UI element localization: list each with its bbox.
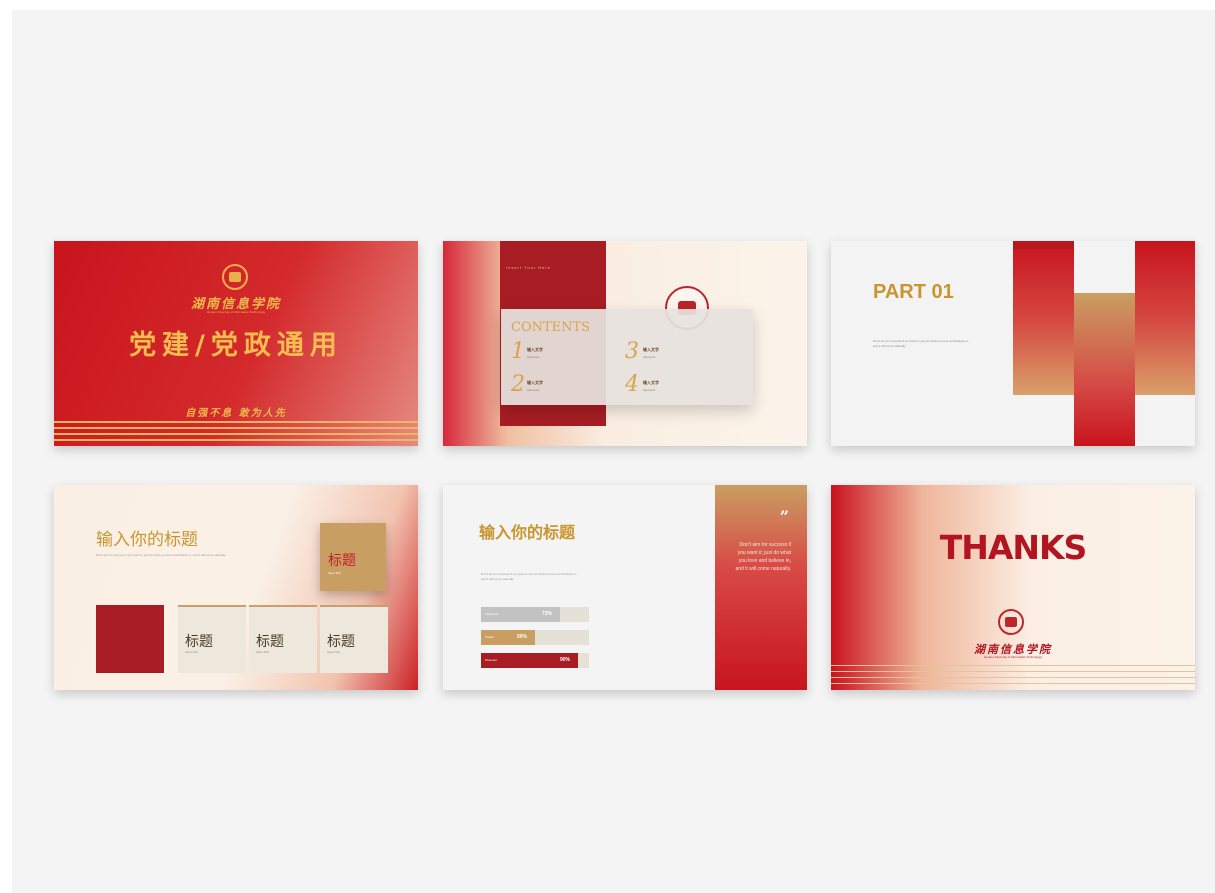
contents-item-sub: Input text [643,355,656,359]
contents-item: 2 [511,372,525,397]
column-cap [1013,241,1074,249]
decorative-line [54,421,418,423]
part-body: Don't aim for success if you want it; ju… [873,339,969,348]
decorative-line [54,433,418,435]
contents-item-title: 输入文字 [527,380,543,385]
quote-mark-icon: ” [779,507,789,526]
college-name-english: Hunan University of Information Technolo… [984,655,1042,659]
contents-item-title: 输入文字 [643,347,659,352]
decorative-line [831,671,1195,672]
progress-value: 50% [517,634,528,640]
college-name-english: Hunan University of Information Technolo… [207,310,265,314]
contents-item: 4 [625,372,639,397]
slide-title: 输入你的标题 [479,525,576,542]
red-square [96,605,164,673]
progress-track: Facebook 73% [481,607,589,622]
gold-card-sub: Input Text [328,571,341,575]
card-title: 标题 [327,633,355,649]
progress-track: Twitter 50% [481,630,589,645]
contents-item-title: 输入文字 [643,380,659,385]
content-card: 标题 Input Text [249,605,317,673]
slide-thumbnail-cover[interactable]: 湖南信息学院 Hunan University of Information T… [54,241,418,446]
quote-panel: ” Don't aim for success if you want it; … [715,485,807,690]
contents-item: 3 [625,339,639,364]
column-left [1013,241,1074,395]
contents-item-sub: Input text [527,388,540,392]
preview-background [12,10,1215,893]
content-card: 标题 Input Text [320,605,388,673]
gold-card-title: 标题 [328,552,356,568]
college-emblem-icon [998,609,1024,635]
slide-thumbnail-cards[interactable]: 输入你的标题 Don't aim for success if you want… [54,485,418,690]
college-emblem-icon [222,264,248,290]
contents-item: 1 [511,339,525,364]
progress-track: Pinterest 90% [481,653,589,668]
progress-label: Twitter [485,635,494,639]
part-title: PART 01 [873,281,954,303]
contents-item-number: 2 [511,372,525,397]
contents-item-number: 3 [625,339,639,364]
decorative-line [54,427,418,429]
contents-item-number: 4 [625,372,639,397]
contents-label: CONTENTS [511,320,591,335]
slide-body: Don't aim for success if you want it; ju… [481,572,577,581]
decorative-line [831,683,1195,684]
contents-item-title: 输入文字 [527,347,543,352]
slide-body: Don't aim for success if you want it; ju… [96,553,227,557]
cover-slogan: 自强不息 敢为人先 [185,408,287,419]
contents-item-number: 1 [511,339,525,364]
quote-text: Don't aim for success if you want it; ju… [735,542,792,572]
slide-thumbnail-contents[interactable]: Insert Your Here CONTENTS 1 输入文字 Input t… [443,241,807,446]
progress-value: 90% [560,657,571,663]
decorative-line [54,439,418,441]
progress-label: Facebook [485,612,499,616]
column-right [1135,241,1195,395]
contents-item-sub: Input text [643,388,656,392]
decorative-line [831,677,1195,678]
thanks-title: THANKS [939,528,1088,567]
cover-title: 党建/党政通用 [129,330,343,361]
card-sub: Input Text [327,650,340,654]
slide-thumbnail-thanks[interactable]: THANKS 湖南信息学院 Hunan University of Inform… [831,485,1195,690]
slide-thumbnail-part[interactable]: PART 01 Don't aim for success if you wan… [831,241,1195,446]
header-small-text: Insert Your Here [506,265,551,270]
card-title: 标题 [185,633,213,649]
slide-thumbnail-progress[interactable]: 输入你的标题 Don't aim for success if you want… [443,485,807,690]
progress-label: Pinterest [485,658,497,662]
column-gap [1074,241,1135,293]
slide-title: 输入你的标题 [96,530,198,549]
decorative-line [831,665,1195,666]
card-title: 标题 [256,633,284,649]
progress-value: 73% [542,611,553,617]
content-card: 标题 Input Text [178,605,246,673]
contents-item-sub: Input text [527,355,540,359]
gold-card: 标题 Input Text [320,523,386,591]
card-sub: Input Text [185,650,198,654]
card-sub: Input Text [256,650,269,654]
column-middle [1074,293,1135,446]
